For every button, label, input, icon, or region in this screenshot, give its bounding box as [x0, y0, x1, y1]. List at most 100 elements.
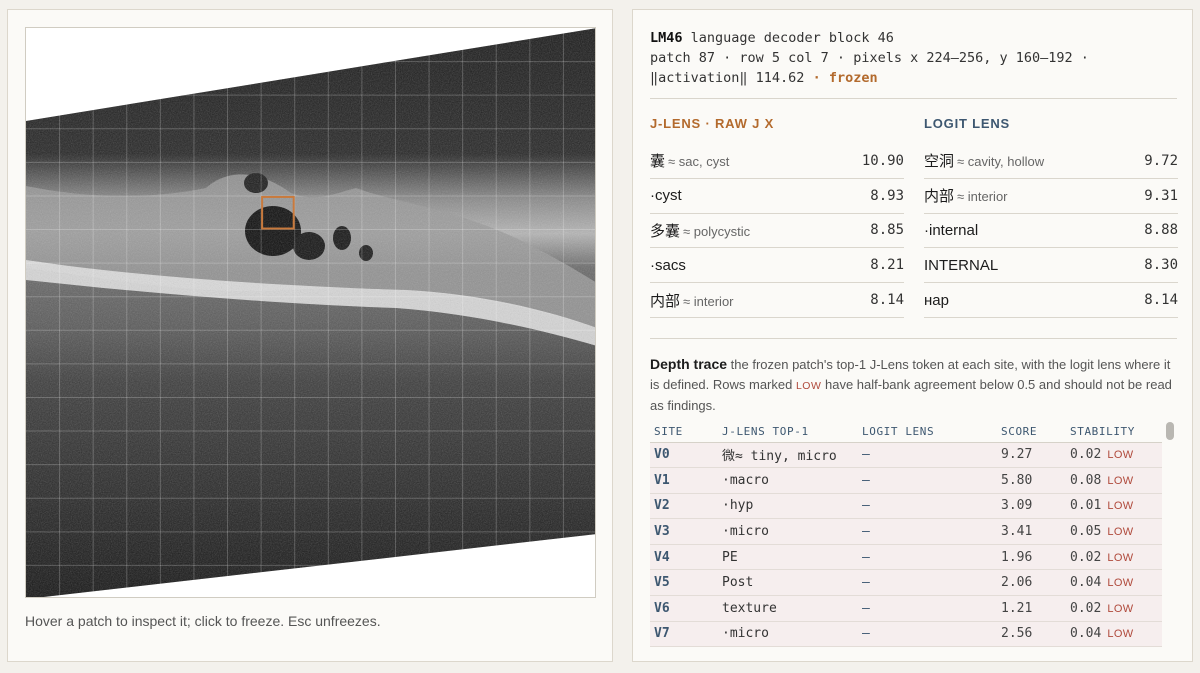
stability-value: 0.02	[1070, 447, 1102, 463]
token: 囊 ≈ sac, cyst	[650, 150, 729, 171]
table-row[interactable]: V6 texture —1.21 0.02 LOW	[650, 595, 1162, 622]
logit-cell: —	[858, 621, 997, 648]
jlens-list: 囊 ≈ sac, cyst 10.90 ·cyst 8.93 多囊 ≈ polycystic…	[650, 144, 904, 318]
jlens-cell: Post	[718, 569, 858, 597]
token: 多囊 ≈ polycystic	[650, 220, 750, 241]
stability-cell: 0.02 LOW	[1066, 442, 1162, 469]
depth-trace-description: Depth trace the frozen patch's top-1 J-L…	[650, 354, 1174, 416]
stability-value: 0.05	[1070, 524, 1102, 540]
score-cell: 2.56	[997, 621, 1066, 648]
depth-trace-title: Depth trace	[650, 356, 728, 372]
token-score: 10.90	[861, 152, 904, 169]
site-cell: V5	[650, 569, 718, 597]
low-flag: LOW	[1107, 474, 1134, 487]
low-flag: LOW	[1107, 577, 1134, 590]
col-stability: STABILITY	[1066, 422, 1162, 443]
oct-scan-image[interactable]	[26, 28, 596, 598]
score-cell: 1.21	[997, 595, 1066, 622]
low-flag: LOW	[1107, 526, 1134, 539]
stability-cell: 0.04 LOW	[1066, 569, 1162, 597]
stability-cell: 0.08 LOW	[1066, 467, 1162, 494]
stability-cell: 0.04 LOW	[1066, 621, 1162, 648]
jlens-cell: PE	[718, 544, 858, 571]
table-row[interactable]: V2 ·hyp —3.09 0.01 LOW	[650, 493, 1162, 520]
token-gloss: ≈ cavity, hollow	[957, 154, 1045, 170]
jlens-cell: texture	[718, 595, 858, 622]
frozen-badge: · frozen	[812, 70, 878, 86]
lens-row[interactable]: ·sacs 8.21	[650, 248, 904, 284]
token: ·cyst	[650, 187, 682, 204]
inspector-panel: LM46 language decoder block 46 patch 87 …	[632, 9, 1193, 662]
token-gloss: ≈ polycystic	[683, 223, 751, 239]
logit-cell: —	[858, 595, 997, 622]
token-score: 8.14	[870, 292, 904, 309]
token-score: 9.31	[1144, 187, 1178, 204]
image-panel: Hover a patch to inspect it; click to fr…	[7, 9, 613, 662]
token-text: 囊	[650, 153, 666, 171]
lens-row[interactable]: ·cyst 8.93	[650, 179, 904, 214]
lens-row[interactable]: ·internal 8.88	[924, 214, 1178, 249]
token: нар	[924, 292, 949, 309]
score-cell: 3.09	[997, 493, 1066, 520]
token: 内部 ≈ interior	[924, 185, 1008, 206]
scrollbar-thumb[interactable]	[1166, 422, 1174, 440]
activation-norm: ‖activation‖ 114.62	[650, 70, 805, 86]
token-score: 8.21	[870, 257, 904, 274]
stability-cell: 0.02 LOW	[1066, 544, 1162, 571]
logit-lens-panel: LOGIT LENS 空洞 ≈ cavity, hollow 9.72 内部 ≈ int…	[924, 116, 1178, 318]
token-text: 多囊	[650, 222, 681, 240]
token-text: ·cyst	[650, 187, 682, 205]
table-row[interactable]: V1 ·macro —5.80 0.08 LOW	[650, 467, 1162, 494]
logit-lens-list: 空洞 ≈ cavity, hollow 9.72 内部 ≈ interior 9.31 ·i…	[924, 144, 1178, 318]
token: INTERNAL	[924, 257, 998, 274]
token-text: ·sacs	[650, 256, 686, 274]
token-text: ·internal	[924, 221, 979, 239]
logit-cell: —	[858, 518, 997, 545]
lens-row[interactable]: 内部 ≈ interior 8.14	[650, 283, 904, 318]
token-score: 8.88	[1144, 222, 1178, 239]
divider	[650, 98, 1177, 99]
token-score: 9.72	[1144, 152, 1178, 169]
stability-value: 0.08	[1070, 472, 1102, 488]
lens-row[interactable]: INTERNAL 8.30	[924, 248, 1178, 284]
site-cell: V6	[650, 595, 718, 622]
table-row[interactable]: V0 微≈ tiny, micro —9.27 0.02 LOW	[650, 442, 1162, 469]
layer-id: LM46	[650, 30, 683, 46]
divider	[650, 338, 1177, 339]
table-row[interactable]: V4 PE —1.96 0.02 LOW	[650, 544, 1162, 571]
stability-cell: 0.02 LOW	[1066, 595, 1162, 622]
table-row[interactable]: V5 Post —2.06 0.04 LOW	[650, 569, 1162, 597]
token-score: 8.14	[1144, 292, 1178, 309]
token-text: нар	[924, 291, 949, 309]
table-row[interactable]: V3 ·micro —3.41 0.05 LOW	[650, 518, 1162, 545]
oct-scan-viewer[interactable]	[25, 27, 596, 598]
logit-lens-title: LOGIT LENS	[924, 116, 1010, 131]
lens-row[interactable]: 多囊 ≈ polycystic 8.85	[650, 214, 904, 249]
lens-row[interactable]: 内部 ≈ interior 9.31	[924, 179, 1178, 214]
logit-cell: —	[858, 442, 997, 469]
jlens-cell: ·macro	[718, 467, 858, 494]
jlens-panel: J-LENS · RAW J X 囊 ≈ sac, cyst 10.90 ·cyst 8…	[650, 116, 904, 318]
patch-header: LM46 language decoder block 46 patch 87 …	[650, 28, 1180, 88]
depth-trace-scroll[interactable]: SITE J-LENS TOP-1 LOGIT LENS SCORE STABI…	[650, 422, 1180, 657]
lens-row[interactable]: нар 8.14	[924, 283, 1178, 318]
table-row[interactable]: V7 ·micro —2.56 0.04 LOW	[650, 621, 1162, 648]
stability-value: 0.01	[1070, 498, 1102, 514]
stability-value: 0.02	[1070, 549, 1102, 565]
depth-trace-table: SITE J-LENS TOP-1 LOGIT LENS SCORE STABI…	[650, 422, 1162, 648]
patch-info: patch 87 · row 5 col 7 · pixels x 224–25…	[650, 50, 1089, 66]
logit-cell: —	[858, 544, 997, 571]
lens-row[interactable]: 空洞 ≈ cavity, hollow 9.72	[924, 144, 1178, 179]
lens-row[interactable]: 囊 ≈ sac, cyst 10.90	[650, 144, 904, 179]
token-text: 空洞	[924, 153, 955, 171]
token-gloss: ≈ sac, cyst	[668, 154, 730, 170]
low-flag: LOW	[1107, 551, 1134, 564]
token: ·sacs	[650, 257, 686, 274]
score-cell: 3.41	[997, 518, 1066, 545]
token-score: 8.30	[1144, 257, 1178, 274]
stability-value: 0.04	[1070, 575, 1102, 591]
low-flag: LOW	[1107, 602, 1134, 615]
site-cell: V4	[650, 544, 718, 571]
col-score: SCORE	[997, 422, 1066, 443]
site-cell: V3	[650, 518, 718, 545]
